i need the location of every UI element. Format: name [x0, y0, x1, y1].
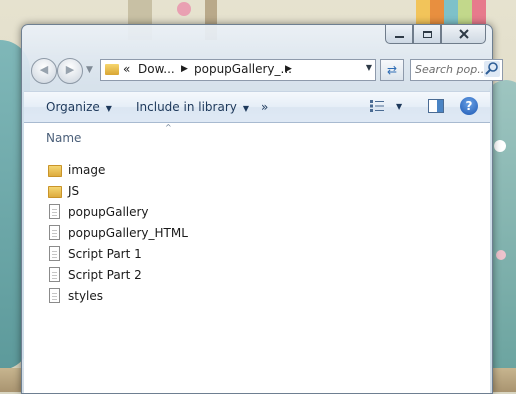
- list-item-file[interactable]: Script Part 2: [48, 264, 188, 285]
- include-in-library-label: Include in library: [136, 100, 237, 114]
- command-bar: Organize ▼ Include in library ▼ » ▼ ?: [24, 91, 490, 123]
- search-box[interactable]: Search pop...: [410, 59, 503, 81]
- explorer-window: ◀ ▶ ▼ « Dow... ▶ popupGallery_... ▶ ▼ ⇄ …: [21, 24, 503, 394]
- caption-buttons: [385, 25, 486, 44]
- address-bar[interactable]: « Dow... ▶ popupGallery_... ▶ ▼: [100, 59, 376, 81]
- breadcrumb-popupgallery[interactable]: popupGallery_...: [194, 62, 292, 76]
- file-name: popupGallery: [68, 204, 149, 219]
- forward-button[interactable]: ▶: [57, 58, 83, 84]
- include-in-library-menu[interactable]: Include in library ▼: [136, 100, 249, 114]
- maximize-button[interactable]: [413, 25, 441, 44]
- refresh-icon: ⇄: [386, 63, 398, 77]
- preview-pane-button[interactable]: [428, 99, 444, 113]
- column-header: Name ^: [24, 123, 490, 147]
- document-icon: [49, 267, 60, 282]
- list-item-file[interactable]: Script Part 1: [48, 243, 188, 264]
- forward-arrow-icon: ▶: [65, 63, 75, 76]
- close-button[interactable]: [441, 25, 486, 44]
- document-icon: [49, 288, 60, 303]
- organize-menu[interactable]: Organize ▼: [46, 100, 112, 114]
- view-list-icon[interactable]: [370, 100, 384, 112]
- refresh-button[interactable]: ⇄: [380, 59, 404, 81]
- file-name: styles: [68, 288, 104, 303]
- address-dropdown-icon[interactable]: ▼: [366, 63, 372, 72]
- breadcrumb-overflow[interactable]: «: [123, 62, 130, 76]
- help-button[interactable]: ?: [460, 97, 478, 115]
- list-item-file[interactable]: popupGallery_HTML: [48, 222, 188, 243]
- search-input[interactable]: Search pop...: [415, 63, 488, 76]
- back-arrow-icon: ◀: [39, 63, 49, 76]
- chevron-down-icon: ▼: [105, 104, 112, 113]
- breadcrumb-separator-icon[interactable]: ▶: [285, 64, 292, 74]
- breadcrumb-downloads[interactable]: Dow...: [138, 62, 175, 76]
- file-name: image: [68, 162, 106, 177]
- address-row: ◀ ▶ ▼ « Dow... ▶ popupGallery_... ▶ ▼ ⇄ …: [30, 57, 503, 85]
- view-options-dropdown-icon[interactable]: ▼: [396, 102, 402, 111]
- file-name: popupGallery_HTML: [68, 225, 188, 240]
- list-item-file[interactable]: popupGallery: [48, 201, 188, 222]
- more-commands-button[interactable]: »: [261, 100, 268, 114]
- breadcrumb-separator-icon[interactable]: ▶: [181, 64, 188, 74]
- list-item-folder[interactable]: JS: [48, 180, 188, 201]
- list-item-file[interactable]: styles: [48, 285, 188, 306]
- chevron-down-icon: ▼: [242, 104, 250, 113]
- close-icon: [458, 29, 469, 39]
- back-button[interactable]: ◀: [31, 58, 57, 84]
- file-name: Script Part 2: [68, 267, 142, 282]
- file-list-pane: Name ^ image JS popupGallery popupGaller…: [24, 123, 490, 393]
- file-name: Script Part 1: [68, 246, 142, 261]
- document-icon: [49, 204, 60, 219]
- organize-label: Organize: [46, 100, 100, 114]
- file-name: JS: [68, 183, 80, 198]
- recent-pages-dropdown[interactable]: ▼: [86, 65, 93, 75]
- search-icon[interactable]: [484, 61, 500, 77]
- minimize-button[interactable]: [385, 25, 413, 44]
- folder-icon: [48, 185, 62, 198]
- name-column-header[interactable]: Name: [46, 131, 81, 145]
- folder-icon: [48, 164, 62, 177]
- folder-icon: [105, 64, 119, 75]
- list-item-folder[interactable]: image: [48, 159, 188, 180]
- document-icon: [49, 225, 60, 240]
- file-list: image JS popupGallery popupGallery_HTML …: [48, 159, 188, 306]
- sort-ascending-icon: ^: [165, 123, 172, 132]
- document-icon: [49, 246, 60, 261]
